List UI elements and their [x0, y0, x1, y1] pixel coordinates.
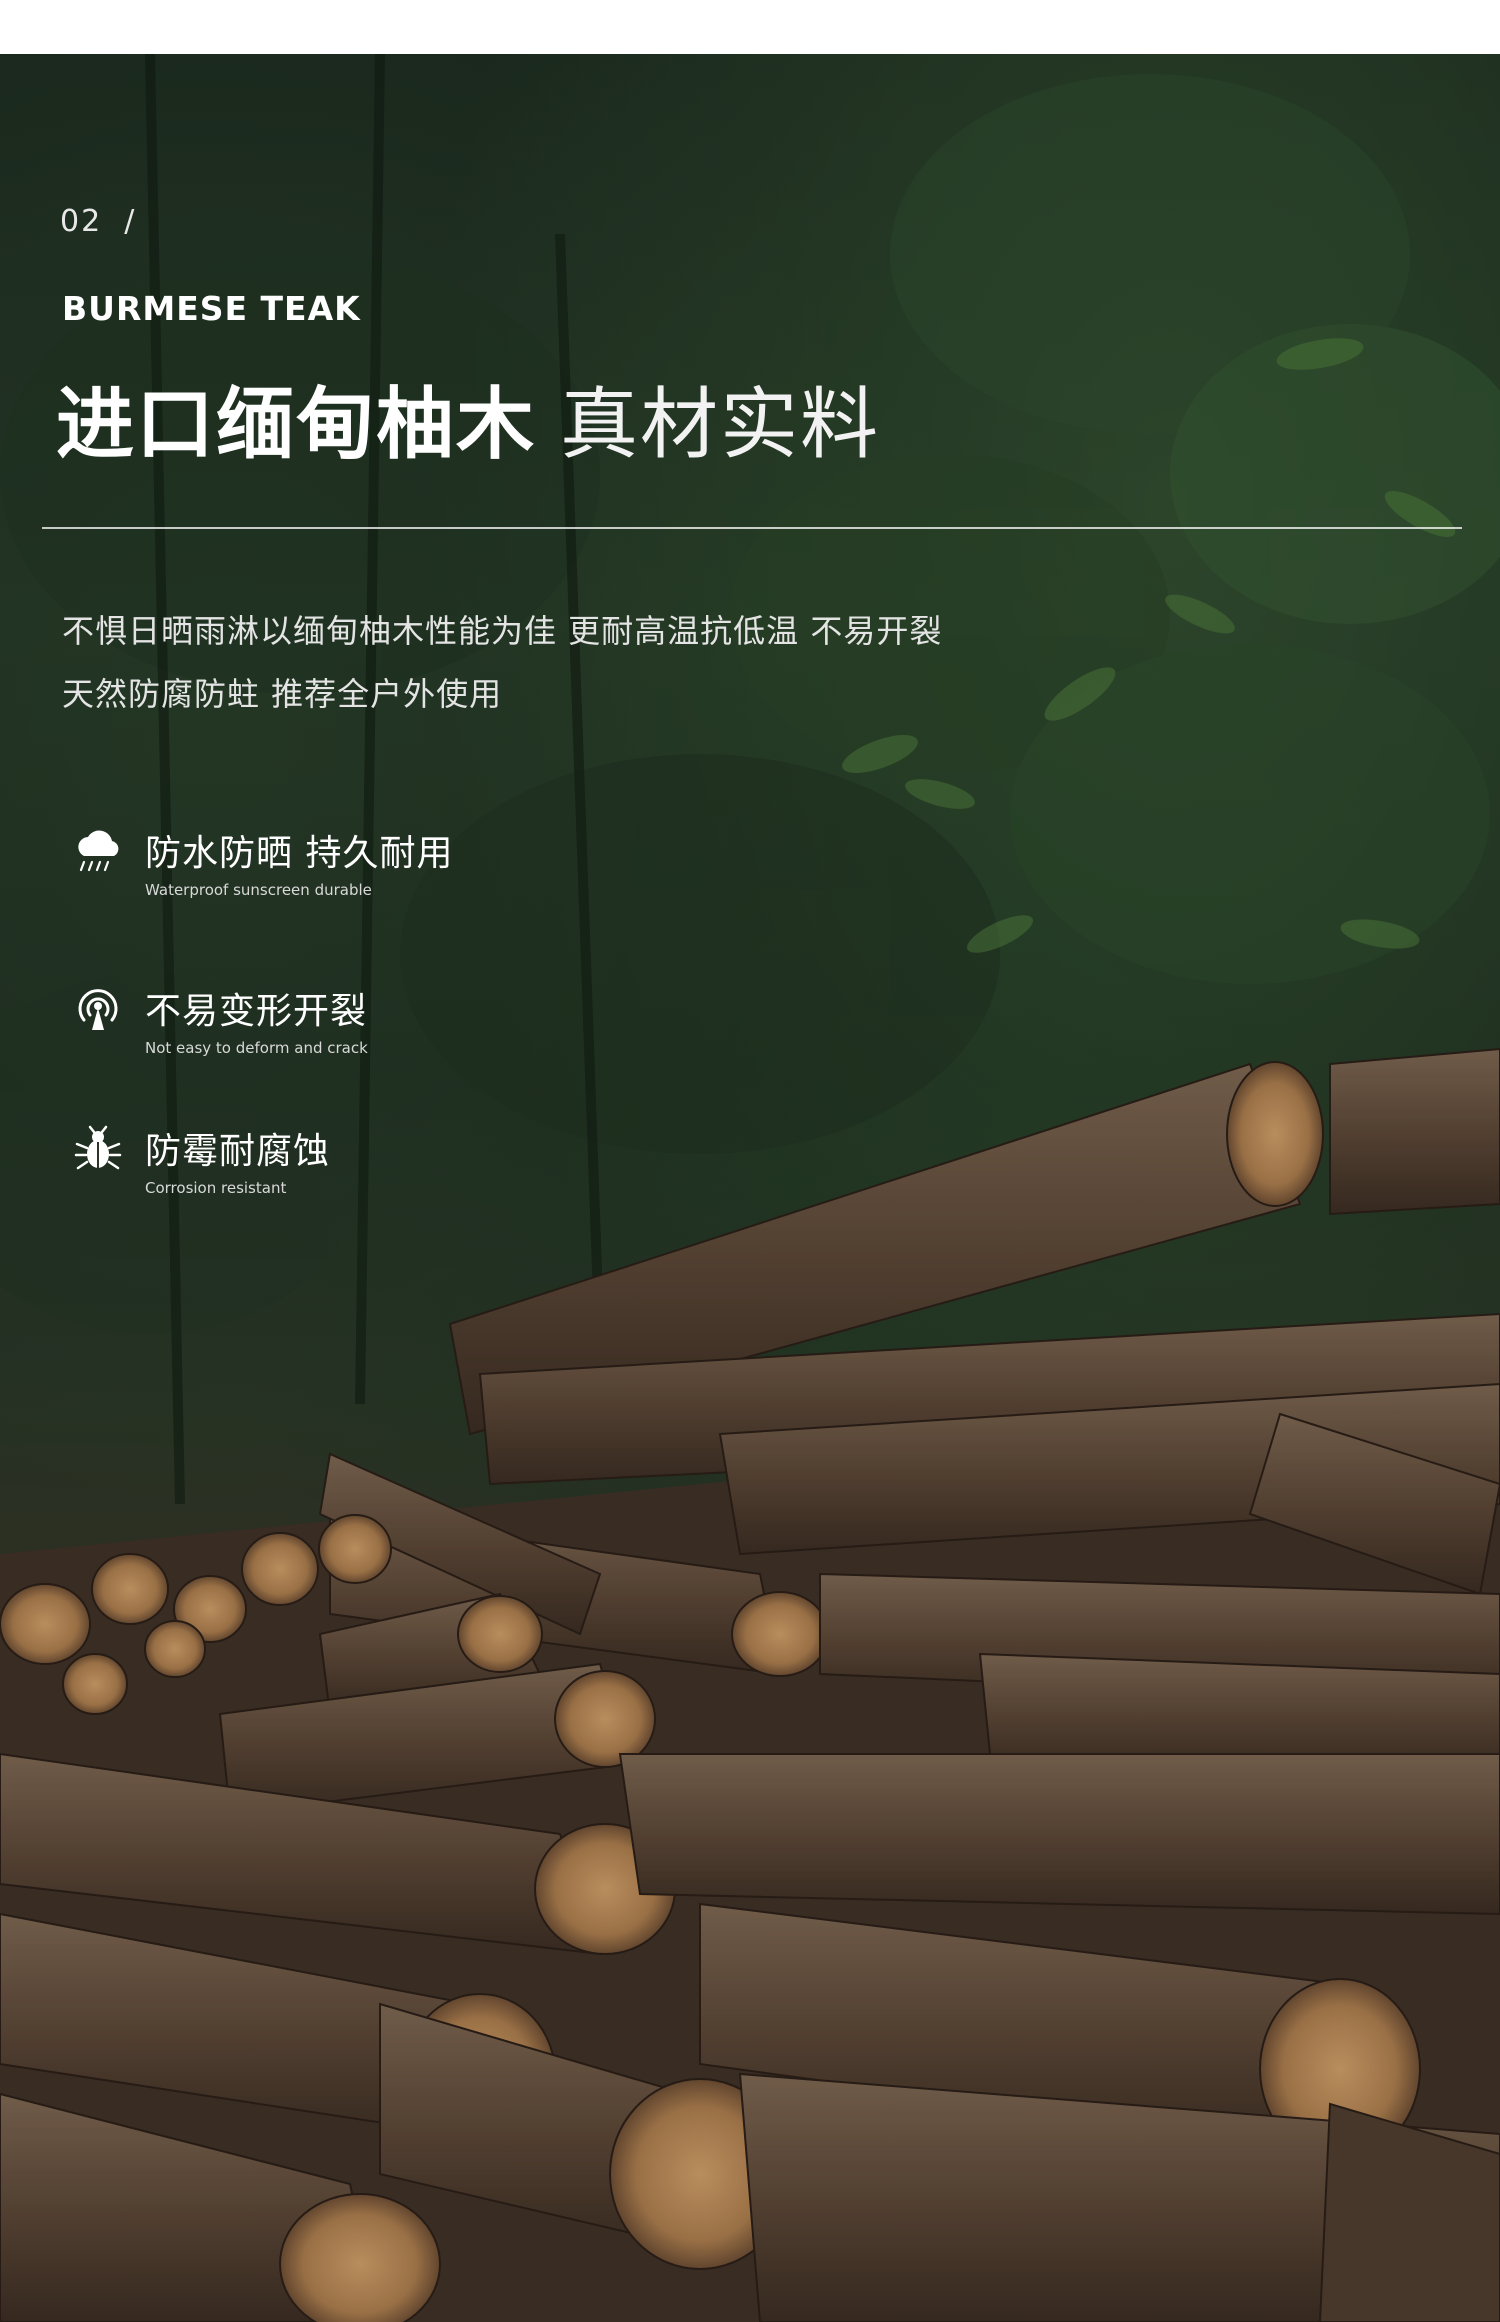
feature-title: 不易变形开裂 — [145, 991, 368, 1032]
section-separator: / — [124, 204, 137, 239]
feature-title: 防水防晒 持久耐用 — [145, 833, 454, 874]
description-line-1: 不惧日晒雨淋以缅甸柚木性能为佳 更耐高温抗低温 不易开裂 — [62, 612, 943, 650]
feature-subtitle: Corrosion resistant — [145, 1179, 287, 1197]
cloud-rain-icon — [78, 830, 119, 872]
radar-signal-icon — [78, 989, 118, 1030]
feature-subtitle: Not easy to deform and crack — [145, 1039, 368, 1057]
description-line-2: 天然防腐防蛀 推荐全户外使用 — [62, 675, 503, 713]
section-number-value: 02 — [60, 204, 103, 239]
headline: 进口缅甸柚木 真材实料 — [56, 386, 880, 464]
headline-light: 真材实料 — [560, 380, 881, 470]
page: 02 / BURMESE TEAK 进口缅甸柚木 真材实料 不惧日晒雨淋以缅甸柚木性… — [0, 0, 1500, 2322]
feature-title: 防霉耐腐蚀 — [145, 1131, 331, 1172]
eyebrow-title: BURMESE TEAK — [62, 289, 361, 328]
section-number: 02 / — [60, 204, 136, 239]
headline-bold: 进口缅甸柚木 — [56, 380, 537, 470]
feature-subtitle: Waterproof sunscreen durable — [145, 881, 372, 899]
divider — [42, 527, 1462, 529]
hero-background: 02 / BURMESE TEAK 进口缅甸柚木 真材实料 不惧日晒雨淋以缅甸柚木性… — [0, 54, 1500, 2322]
bug-icon — [74, 1125, 122, 1170]
